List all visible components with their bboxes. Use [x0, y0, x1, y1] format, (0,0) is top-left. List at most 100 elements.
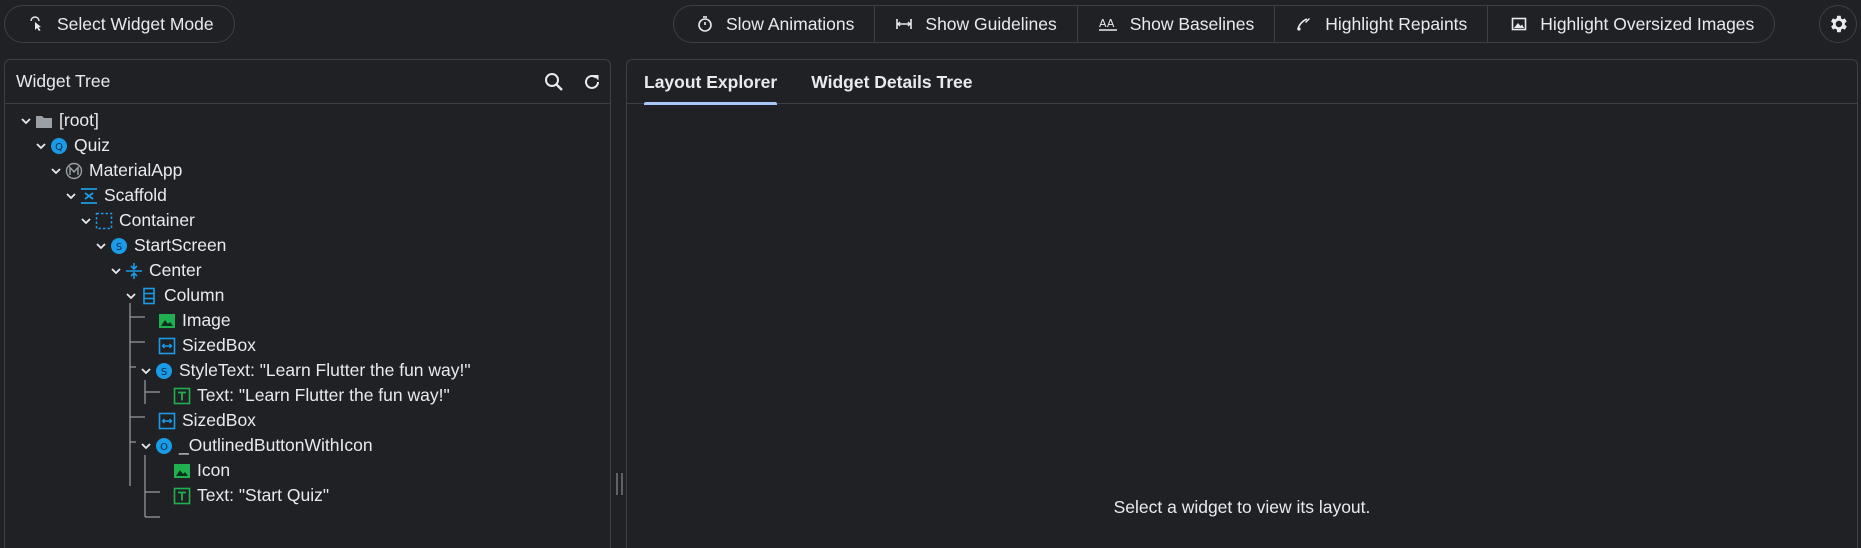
- tree-node-text[interactable]: Text: "Learn Flutter the fun way!": [173, 383, 450, 408]
- tab-widget-details-tree[interactable]: Widget Details Tree: [811, 60, 972, 104]
- touch-app-icon: [27, 15, 45, 33]
- highlight-oversized-images-button[interactable]: Highlight Oversized Images: [1487, 6, 1774, 42]
- details-tabs: Layout Explorer Widget Details Tree: [627, 60, 1857, 105]
- chevron-down-icon: [19, 114, 33, 128]
- chevron-down-icon: [64, 189, 78, 203]
- show-baselines-button[interactable]: AA Show Baselines: [1076, 6, 1275, 42]
- tree-node-container[interactable]: Container: [79, 208, 195, 233]
- svg-text:O: O: [160, 442, 168, 453]
- chevron-down-icon: [139, 439, 153, 453]
- chevron-down-icon: [94, 239, 108, 253]
- highlight-repaints-label: Highlight Repaints: [1325, 13, 1468, 34]
- chevron-down-icon: [109, 264, 123, 278]
- show-guidelines-label: Show Guidelines: [925, 13, 1057, 34]
- tree-node-column[interactable]: Column: [124, 283, 224, 308]
- select-widget-mode-label: Select Widget Mode: [57, 13, 214, 34]
- widget-tree-title: Widget Tree: [16, 71, 111, 91]
- text-t-icon: [173, 487, 191, 505]
- widget-tree-panel: Widget Tree [root] Q Quiz MaterialApp Sc…: [4, 59, 611, 548]
- chevron-down-icon: [34, 139, 48, 153]
- tree-node-center[interactable]: Center: [109, 258, 202, 283]
- refresh-button[interactable]: [580, 70, 604, 94]
- svg-text:S: S: [161, 367, 167, 378]
- tree-node-outlined-button-with-icon[interactable]: O _OutlinedButtonWithIcon: [139, 433, 373, 458]
- tree-node-scaffold[interactable]: Scaffold: [64, 183, 167, 208]
- chevron-down-icon: [79, 214, 93, 228]
- select-widget-mode-group: Select Widget Mode: [4, 5, 235, 43]
- chevron-down-icon: [124, 289, 138, 303]
- chevron-down-icon: [49, 164, 63, 178]
- tab-layout-explorer[interactable]: Layout Explorer: [644, 60, 778, 105]
- chevron-down-icon: [139, 364, 153, 378]
- tree-node-label: Column: [164, 285, 225, 305]
- tree-node-label: MaterialApp: [89, 160, 183, 180]
- image-icon: [173, 462, 191, 480]
- tree-node-label: Text: "Learn Flutter the fun way!": [197, 385, 450, 405]
- show-guidelines-button[interactable]: Show Guidelines: [874, 6, 1076, 42]
- circle-o-icon: O: [155, 437, 173, 455]
- toolbar: Select Widget Mode Slow Animations Show …: [0, 0, 1861, 48]
- tree-node-label: SizedBox: [182, 335, 256, 355]
- tree-node-label: Quiz: [74, 135, 110, 155]
- panel-splitter[interactable]: [614, 473, 624, 495]
- select-widget-mode-button[interactable]: Select Widget Mode: [5, 6, 234, 42]
- svg-text:S: S: [116, 242, 122, 253]
- circle-q-icon: Q: [50, 137, 68, 155]
- tree-node-label: Scaffold: [104, 185, 167, 205]
- tree-node-label: Icon: [197, 460, 231, 480]
- highlight-repaints-button[interactable]: Highlight Repaints: [1274, 6, 1487, 42]
- tree-node-label: Container: [119, 210, 195, 230]
- guidelines-icon: [895, 15, 913, 33]
- slow-animations-label: Slow Animations: [726, 13, 855, 34]
- show-baselines-label: Show Baselines: [1129, 13, 1255, 34]
- debug-toggles-group: Slow Animations Show Guidelines AA Show …: [673, 5, 1776, 43]
- tree-node-icon[interactable]: Icon: [173, 458, 230, 483]
- image-icon: [158, 312, 176, 330]
- scaffold-icon: [80, 187, 98, 205]
- slow-animations-button[interactable]: Slow Animations: [674, 6, 874, 42]
- column-icon: [140, 287, 158, 305]
- image-icon: [1510, 15, 1528, 33]
- tree-node-label: StartScreen: [134, 235, 227, 255]
- repaint-brush-icon: [1295, 15, 1313, 33]
- tree-node-sizedbox[interactable]: SizedBox: [158, 333, 256, 358]
- tree-node-label: Center: [149, 260, 202, 280]
- search-button[interactable]: [542, 70, 566, 94]
- details-panel: Layout Explorer Widget Details Tree Sele…: [626, 59, 1858, 548]
- timer-icon: [696, 15, 714, 33]
- tree-node-label: [root]: [59, 110, 99, 130]
- container-icon: [95, 212, 113, 230]
- tree-node-label: Text: "Start Quiz": [197, 485, 330, 505]
- tree-node-label: _OutlinedButtonWithIcon: [179, 435, 373, 455]
- layout-empty-message: Select a widget to view its layout.: [1113, 497, 1371, 517]
- tree-node-quiz[interactable]: Q Quiz: [34, 133, 110, 158]
- sizedbox-icon: [158, 412, 176, 430]
- search-icon: [544, 72, 564, 92]
- circle-s-icon: S: [110, 237, 128, 255]
- tree-node-startscreen[interactable]: S StartScreen: [94, 233, 226, 258]
- tree-node-label: StyleText: "Learn Flutter the fun way!": [179, 360, 471, 380]
- circle-s-icon: S: [155, 362, 173, 380]
- tree-node-materialapp[interactable]: MaterialApp: [49, 158, 182, 183]
- tree-node-styletext[interactable]: S StyleText: "Learn Flutter the fun way!…: [139, 358, 471, 383]
- tree-node-text[interactable]: Text: "Start Quiz": [173, 483, 329, 508]
- material-m-icon: [65, 162, 83, 180]
- sizedbox-icon: [158, 337, 176, 355]
- highlight-oversized-images-label: Highlight Oversized Images: [1540, 13, 1755, 34]
- tree-node-root[interactable]: [root]: [19, 108, 99, 133]
- tree-node-label: Image: [182, 310, 231, 330]
- widget-tree: [root] Q Quiz MaterialApp Scaffold Conta…: [5, 104, 610, 544]
- folder-icon: [35, 112, 53, 130]
- refresh-icon: [582, 72, 602, 92]
- svg-text:Q: Q: [55, 142, 63, 153]
- tree-node-sizedbox[interactable]: SizedBox: [158, 408, 256, 433]
- widget-tree-header: Widget Tree: [5, 60, 610, 104]
- settings-button[interactable]: [1819, 5, 1857, 43]
- tree-node-image[interactable]: Image: [158, 308, 231, 333]
- gear-icon: [1827, 13, 1849, 35]
- tree-node-label: SizedBox: [182, 410, 256, 430]
- svg-text:AA: AA: [1099, 17, 1115, 30]
- center-icon: [125, 262, 143, 280]
- text-t-icon: [173, 387, 191, 405]
- baselines-icon: AA: [1098, 15, 1118, 33]
